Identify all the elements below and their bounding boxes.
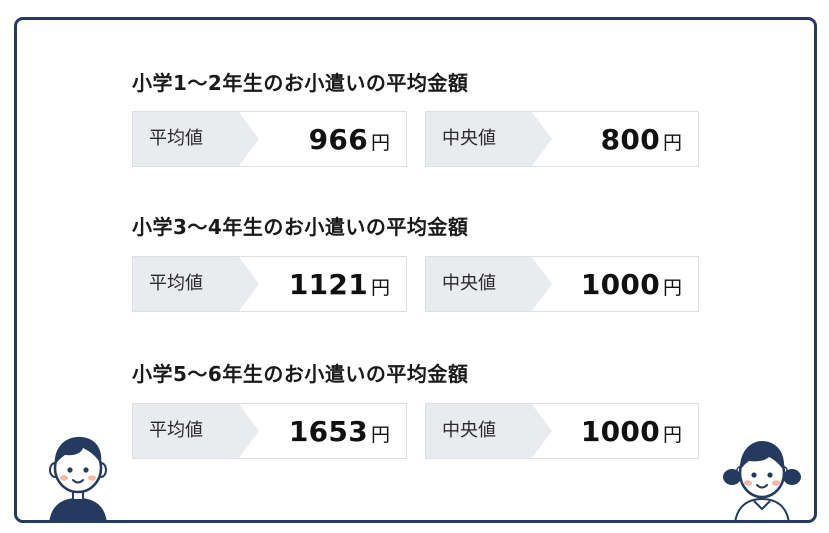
girl-eye-right bbox=[767, 472, 773, 478]
average-number: 1121 bbox=[288, 268, 368, 301]
allowance-card: 小学1〜2年生のお小遣いの平均金額 平均値 966 円 中央値 800 円 小学3〜… bbox=[14, 17, 817, 523]
girl-eye-left bbox=[751, 472, 757, 478]
median-value: 1000 円 bbox=[581, 257, 682, 311]
median-number: 1000 bbox=[580, 415, 660, 448]
median-label: 中央値 bbox=[442, 273, 496, 294]
median-number: 1000 bbox=[580, 268, 660, 301]
girl-body bbox=[734, 497, 790, 520]
average-box-grade-3-4: 平均値 1121 円 bbox=[132, 256, 407, 312]
girl-avatar-icon bbox=[723, 441, 801, 520]
median-unit: 円 bbox=[662, 424, 682, 446]
boy-cheek-left bbox=[60, 475, 68, 481]
group-title-grade-5-6: 小学5〜6年生のお小遣いの平均金額 bbox=[132, 362, 469, 386]
median-box-grade-5-6: 中央値 1000 円 bbox=[425, 403, 699, 459]
average-value: 1653 円 bbox=[289, 404, 390, 458]
median-number: 800 bbox=[600, 123, 660, 156]
boy-avatar-icon bbox=[49, 436, 107, 520]
group-title-grade-1-2: 小学1〜2年生のお小遣いの平均金額 bbox=[132, 71, 469, 95]
group-title-grade-3-4: 小学3〜4年生のお小遣いの平均金額 bbox=[132, 215, 469, 239]
boy-shirt bbox=[49, 498, 107, 520]
girl-cheek-left bbox=[744, 480, 752, 486]
average-number: 1653 bbox=[288, 415, 368, 448]
average-label: 平均値 bbox=[149, 273, 203, 294]
median-label: 中央値 bbox=[442, 420, 496, 441]
median-box-grade-1-2: 中央値 800 円 bbox=[425, 111, 699, 167]
boy-eye-left bbox=[67, 467, 73, 473]
average-box-grade-5-6: 平均値 1653 円 bbox=[132, 403, 407, 459]
average-value: 1121 円 bbox=[289, 257, 390, 311]
average-unit: 円 bbox=[370, 132, 390, 154]
average-label: 平均値 bbox=[149, 420, 203, 441]
median-value: 1000 円 bbox=[581, 404, 682, 458]
median-unit: 円 bbox=[662, 277, 682, 299]
girl-cheek-right bbox=[772, 480, 780, 486]
boy-eye-right bbox=[83, 467, 89, 473]
median-label: 中央値 bbox=[442, 128, 496, 149]
average-value: 966 円 bbox=[309, 112, 390, 166]
median-value: 800 円 bbox=[601, 112, 682, 166]
median-box-grade-3-4: 中央値 1000 円 bbox=[425, 256, 699, 312]
median-unit: 円 bbox=[662, 132, 682, 154]
average-box-grade-1-2: 平均値 966 円 bbox=[132, 111, 407, 167]
average-label: 平均値 bbox=[149, 128, 203, 149]
average-unit: 円 bbox=[370, 424, 390, 446]
boy-cheek-right bbox=[88, 475, 96, 481]
average-number: 966 bbox=[308, 123, 368, 156]
average-unit: 円 bbox=[370, 277, 390, 299]
